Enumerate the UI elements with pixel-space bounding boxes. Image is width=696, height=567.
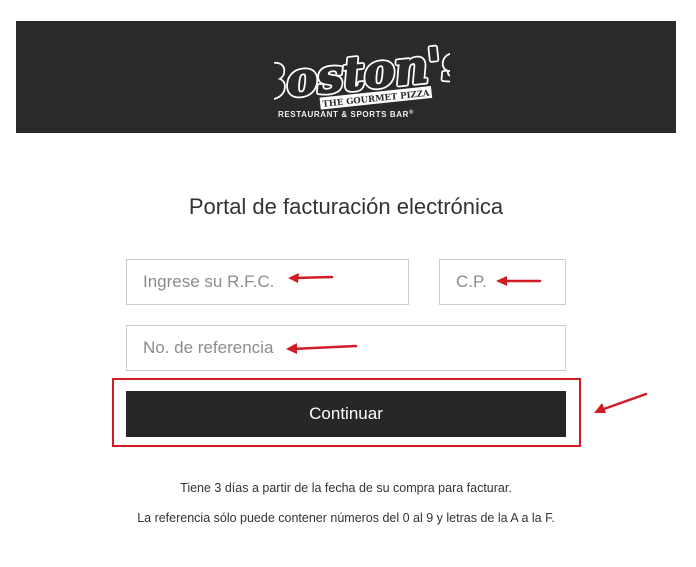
annotation-arrow-reference-icon: [286, 343, 358, 354]
rfc-field[interactable]: [126, 259, 409, 305]
logo-subtitle: RESTAURANT & SPORTS BAR®: [277, 110, 415, 119]
continue-button[interactable]: Continuar: [126, 391, 566, 437]
rfc-input[interactable]: [127, 260, 408, 304]
bostons-logo: Boston's Boston's THE GOURMET PIZZA: [274, 37, 450, 113]
deadline-note: Tiene 3 días a partir de la fecha de su …: [180, 481, 512, 495]
annotation-arrow-continue-icon: [594, 392, 648, 413]
brand-header: Boston's Boston's THE GOURMET PIZZA REST…: [16, 21, 676, 133]
page-title: Portal de facturación electrónica: [188, 194, 504, 219]
annotation-arrow-rfc-icon: [288, 273, 334, 283]
annotation-arrow-cp-icon: [496, 276, 542, 286]
reference-rule-note: La referencia sólo puede contener número…: [137, 511, 555, 525]
invoice-portal-page: Boston's Boston's THE GOURMET PIZZA REST…: [0, 0, 696, 567]
